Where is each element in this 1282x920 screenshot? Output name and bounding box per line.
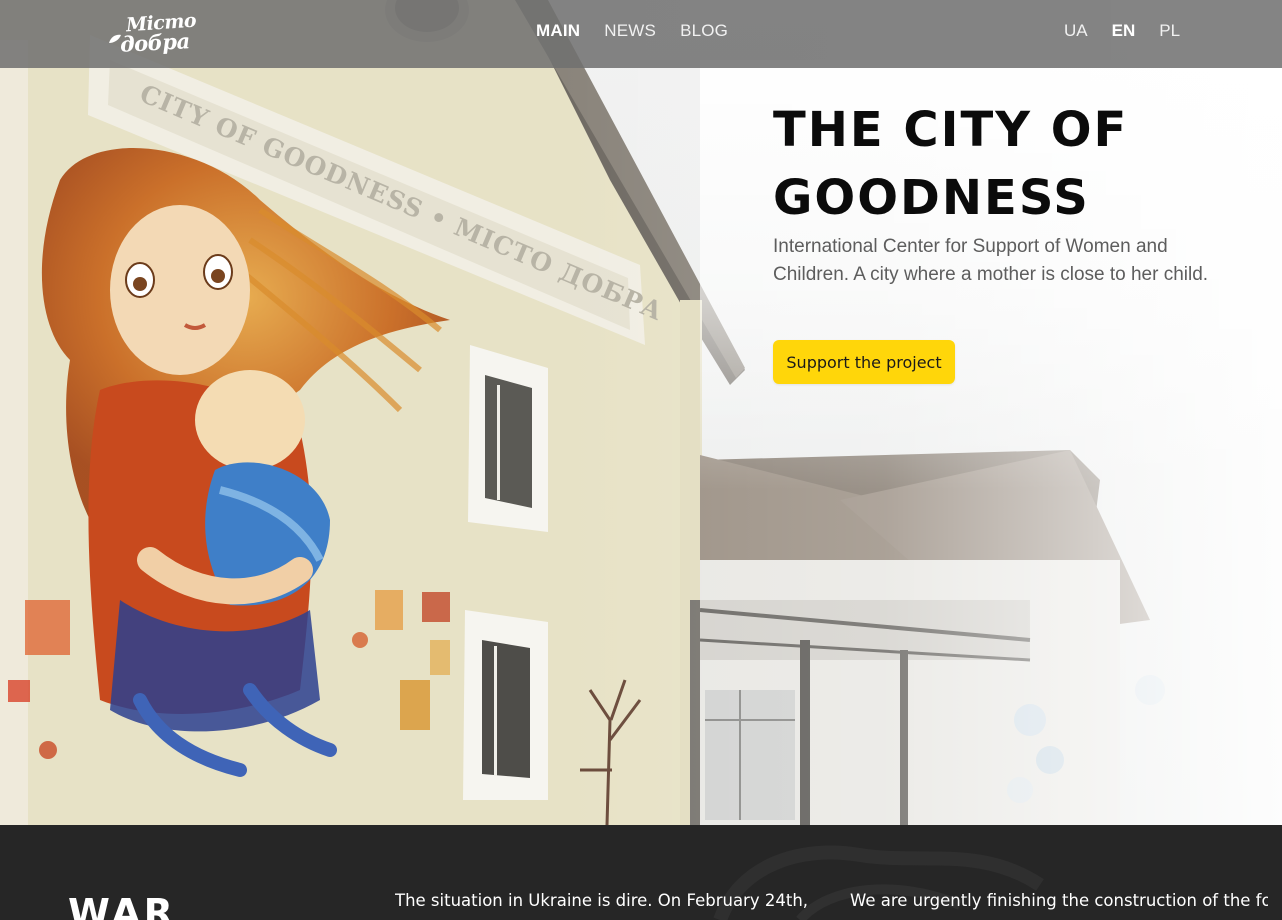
language-switcher: UA EN PL — [1064, 21, 1180, 41]
nav-news[interactable]: NEWS — [604, 21, 656, 41]
lang-pl[interactable]: PL — [1159, 21, 1180, 41]
war-title: WAR — [68, 891, 176, 920]
lang-en[interactable]: EN — [1112, 21, 1136, 41]
nav-main[interactable]: MAIN — [536, 21, 580, 41]
support-project-button[interactable]: Support the project — [773, 340, 955, 384]
lang-ua[interactable]: UA — [1064, 21, 1088, 41]
war-paragraph-1: The situation in Ukraine is dire. On Feb… — [395, 891, 812, 910]
logo[interactable]: Місто добра — [108, 10, 197, 57]
main-nav: MAIN NEWS BLOG — [536, 21, 728, 41]
site-header: Місто добра MAIN NEWS BLOG UA EN PL — [0, 0, 1282, 68]
hero-subtitle: International Center for Support of Wome… — [773, 236, 1209, 285]
war-section: WAR The situation in Ukraine is dire. On… — [0, 825, 1282, 920]
nav-blog[interactable]: BLOG — [680, 21, 728, 41]
war-paragraph-2: We are urgently finishing the constructi… — [850, 891, 1268, 910]
hero-title: THE CITY OF GOODNESS — [773, 102, 1129, 226]
logo-text-line2: добра — [119, 28, 191, 57]
